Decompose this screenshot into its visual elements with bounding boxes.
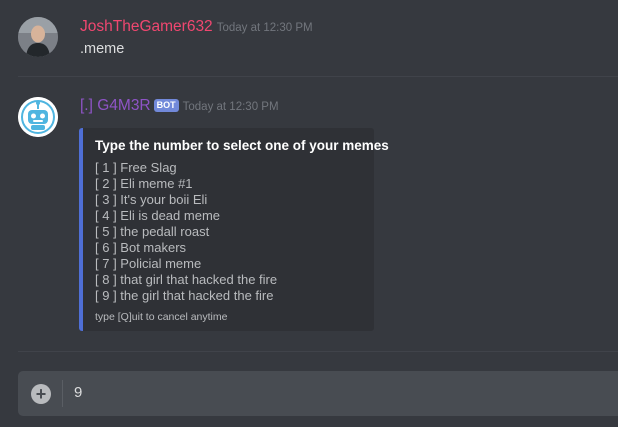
plus-circle-icon[interactable]: + [31, 384, 51, 404]
list-item: [ 4 ] Eli is dead meme [95, 208, 220, 223]
meme-selection-embed: Type the number to select one of your me… [79, 128, 389, 331]
message-divider [18, 351, 618, 352]
input-separator [62, 380, 63, 407]
list-item: [ 9 ] the girl that hacked the fire [95, 288, 274, 303]
message-divider [18, 76, 618, 77]
bot-avatar[interactable] [18, 97, 58, 137]
list-item: [ 8 ] that girl that hacked the fire [95, 272, 278, 287]
message-header: [.] G4M3R BOT Today at 12:30 PM [80, 97, 279, 115]
user-photo-icon [18, 17, 58, 57]
list-item: [ 1 ] Free Slag [95, 160, 177, 175]
list-item: [ 2 ] Eli meme #1 [95, 176, 193, 191]
list-item: [ 3 ] It's your boii Eli [95, 192, 208, 207]
robot-icon [18, 97, 58, 137]
username[interactable]: JoshTheGamer632 [80, 18, 213, 35]
message-input[interactable]: 9 [74, 384, 82, 401]
meme-list: [ 1 ] Free Slag [ 2 ] Eli meme #1 [ 3 ] … [95, 160, 277, 304]
timestamp: Today at 12:30 PM [216, 22, 313, 34]
list-item: [ 5 ] the pedall roast [95, 224, 210, 239]
list-item: [ 6 ] Bot makers [95, 240, 187, 255]
username[interactable]: [.] G4M3R [80, 97, 151, 114]
embed-footer: type [Q]uit to cancel anytime [95, 311, 228, 323]
chat-input-bar: + 9 [18, 371, 618, 416]
list-item: [ 7 ] Policial meme [95, 256, 202, 271]
message-text: .meme [80, 41, 125, 57]
bot-badge: BOT [153, 99, 179, 112]
user-avatar[interactable] [18, 17, 58, 57]
timestamp: Today at 12:30 PM [182, 101, 279, 113]
embed-title: Type the number to select one of your me… [95, 138, 389, 153]
message-header: JoshTheGamer632 Today at 12:30 PM [80, 18, 313, 36]
